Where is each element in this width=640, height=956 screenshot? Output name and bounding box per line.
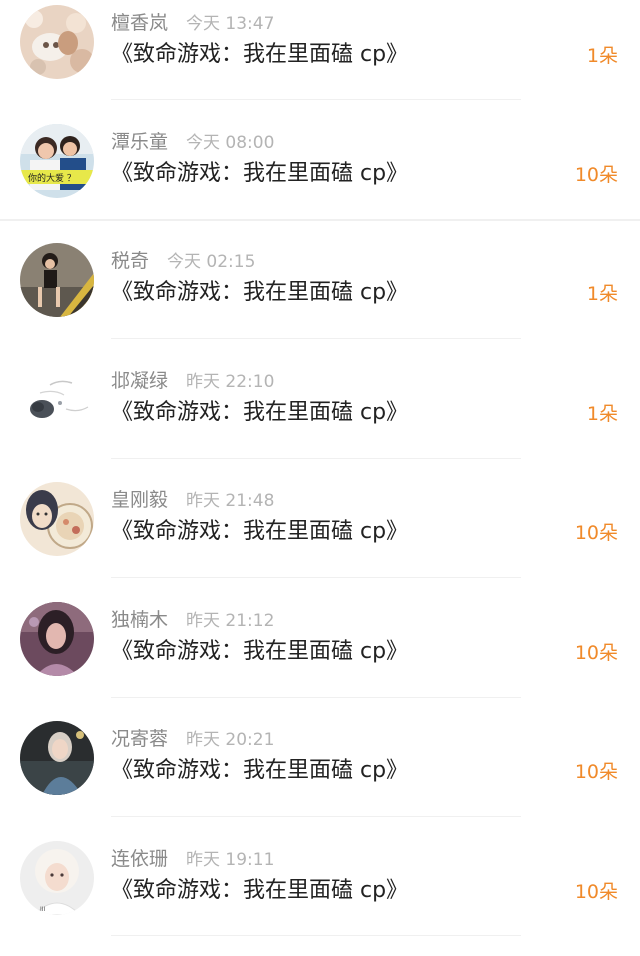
- girl-purple-photo-icon: [20, 602, 94, 676]
- avatar[interactable]: 你的大爱 ？: [20, 124, 94, 198]
- timestamp: 昨天 19:11: [186, 850, 275, 870]
- avatar[interactable]: [20, 5, 94, 79]
- girl-stairs-photo-icon: [20, 243, 94, 317]
- anime-girl-fan-icon: [20, 482, 94, 556]
- list-item[interactable]: 邶凝绿 昨天 22:10 《致命游戏：我在里面磕 cp》 1朵: [0, 358, 640, 478]
- ink-sketch-icon: [20, 363, 94, 437]
- item-meta: 独楠木 昨天 21:12: [111, 607, 274, 633]
- timestamp: 今天 13:47: [186, 14, 275, 34]
- book-title: 《致命游戏：我在里面磕 cp》: [111, 639, 409, 664]
- divider: [0, 219, 640, 221]
- item-meta: 连依珊 昨天 19:11: [111, 846, 274, 872]
- girl-night-photo-icon: [20, 721, 94, 795]
- book-title: 《致命游戏：我在里面磕 cp》: [111, 280, 409, 305]
- divider: [111, 458, 521, 459]
- avatar-caption: 你的大爱 ？: [28, 172, 76, 184]
- divider: [111, 99, 521, 100]
- book-title: 《致命游戏：我在里面磕 cp》: [111, 519, 409, 544]
- flower-count: 1朵: [586, 403, 618, 425]
- avatar[interactable]: [20, 721, 94, 795]
- flower-count: 10朵: [574, 881, 618, 903]
- user-name[interactable]: 独楠木: [111, 609, 168, 631]
- book-title: 《致命游戏：我在里面磕 cp》: [111, 758, 409, 783]
- flower-count: 10朵: [574, 761, 618, 783]
- timestamp: 昨天 21:48: [186, 491, 275, 511]
- list-item[interactable]: III 连依珊 昨天 19:11 《致命游戏：我在里面磕 cp》 10朵: [0, 836, 640, 956]
- list-item[interactable]: 檀香岚 今天 13:47 《致命游戏：我在里面磕 cp》 1朵: [0, 0, 640, 120]
- timestamp: 今天 08:00: [186, 133, 275, 153]
- avatar[interactable]: III: [20, 841, 94, 915]
- flower-count: 10朵: [574, 522, 618, 544]
- flower-count: 10朵: [574, 164, 618, 186]
- item-meta: 况寄蓉 昨天 20:21: [111, 726, 274, 752]
- flower-count: 10朵: [574, 642, 618, 664]
- list-item[interactable]: 你的大爱 ？ 潭乐童 今天 08:00 《致命游戏：我在里面磕 cp》 10朵: [0, 119, 640, 239]
- item-meta: 税奇 今天 02:15: [111, 248, 255, 274]
- timestamp: 昨天 21:12: [186, 611, 275, 631]
- timestamp: 今天 02:15: [167, 252, 256, 272]
- list-item[interactable]: 税奇 今天 02:15 《致命游戏：我在里面磕 cp》 1朵: [0, 238, 640, 358]
- couple-photo-icon: 你的大爱 ？: [20, 124, 94, 198]
- divider: [111, 816, 521, 817]
- user-name[interactable]: 檀香岚: [111, 12, 168, 34]
- book-title: 《致命游戏：我在里面磕 cp》: [111, 878, 409, 903]
- book-title: 《致命游戏：我在里面磕 cp》: [111, 42, 409, 67]
- avatar[interactable]: [20, 363, 94, 437]
- avatar[interactable]: [20, 482, 94, 556]
- divider: [111, 338, 521, 339]
- flower-count: 1朵: [586, 45, 618, 67]
- divider: [111, 935, 521, 936]
- book-title: 《致命游戏：我在里面磕 cp》: [111, 161, 409, 186]
- item-meta: 潭乐童 今天 08:00: [111, 129, 274, 155]
- avatar[interactable]: [20, 243, 94, 317]
- list-item[interactable]: 独楠木 昨天 21:12 《致命游戏：我在里面磕 cp》 10朵: [0, 597, 640, 717]
- user-name[interactable]: 连依珊: [111, 848, 168, 870]
- divider: [111, 577, 521, 578]
- book-title: 《致命游戏：我在里面磕 cp》: [111, 400, 409, 425]
- user-name[interactable]: 邶凝绿: [111, 370, 168, 392]
- user-name[interactable]: 潭乐童: [111, 131, 168, 153]
- item-meta: 皇刚毅 昨天 21:48: [111, 487, 274, 513]
- user-name[interactable]: 税奇: [111, 250, 149, 272]
- item-meta: 邶凝绿 昨天 22:10: [111, 368, 274, 394]
- svg-text:III: III: [40, 906, 46, 913]
- user-name[interactable]: 皇刚毅: [111, 489, 168, 511]
- divider: [111, 697, 521, 698]
- white-hair-girl-icon: III: [20, 841, 94, 915]
- item-meta: 檀香岚 今天 13:47: [111, 10, 274, 36]
- gift-record-list: 檀香岚 今天 13:47 《致命游戏：我在里面磕 cp》 1朵 你的大爱 ？ 潭乐…: [0, 0, 640, 937]
- timestamp: 昨天 22:10: [186, 372, 275, 392]
- list-item[interactable]: 况寄蓉 昨天 20:21 《致命游戏：我在里面磕 cp》 10朵: [0, 716, 640, 836]
- user-name[interactable]: 况寄蓉: [111, 728, 168, 750]
- girl-dog-photo-icon: [20, 5, 94, 79]
- list-item[interactable]: 皇刚毅 昨天 21:48 《致命游戏：我在里面磕 cp》 10朵: [0, 477, 640, 597]
- timestamp: 昨天 20:21: [186, 730, 275, 750]
- avatar[interactable]: [20, 602, 94, 676]
- flower-count: 1朵: [586, 283, 618, 305]
